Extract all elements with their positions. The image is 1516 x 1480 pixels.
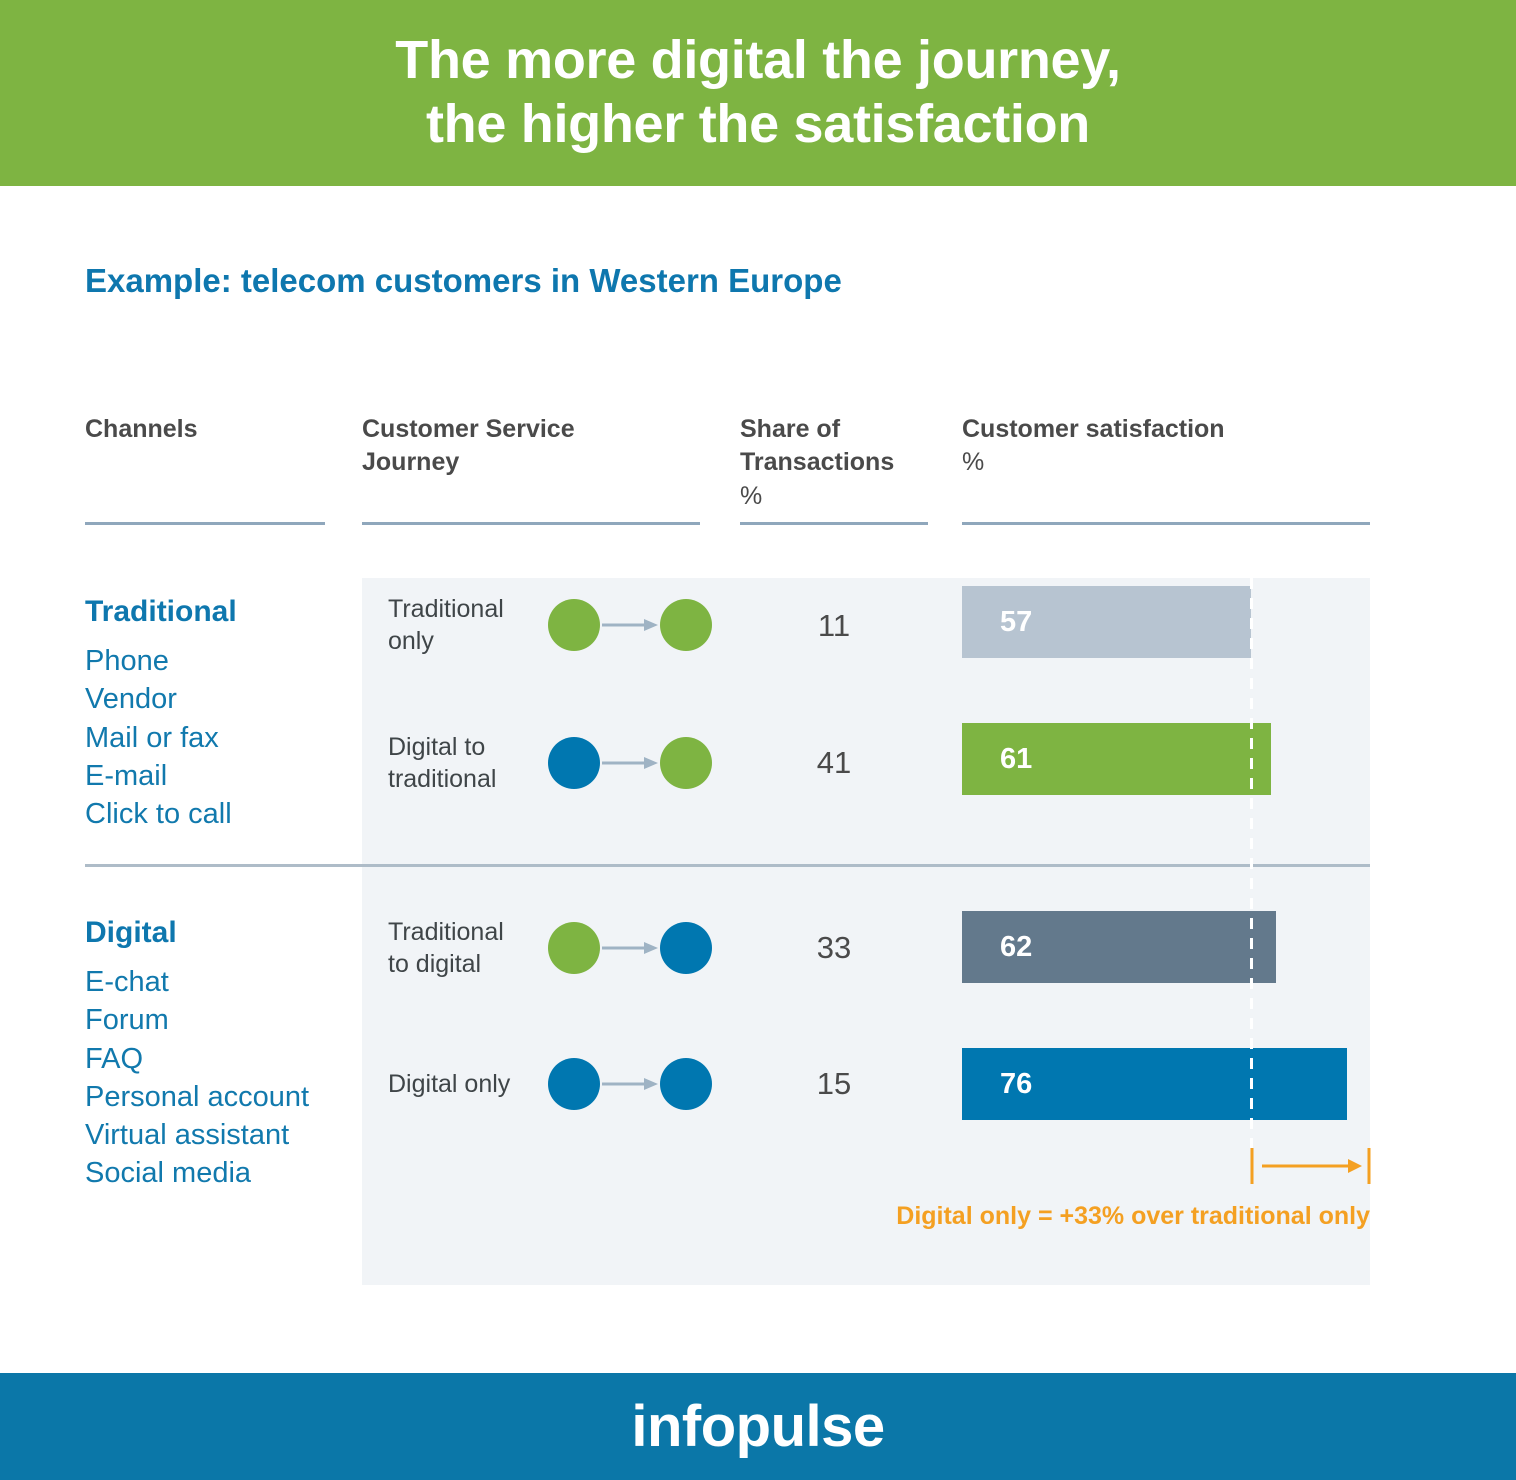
journey-nodes [548, 737, 712, 789]
column-rule-channels [85, 522, 325, 525]
column-header-satisfaction-label: Customer satisfaction [962, 415, 1225, 443]
share-value: 41 [816, 745, 852, 780]
column-header-satisfaction-unit: % [962, 448, 985, 477]
journey-node-to [660, 599, 712, 651]
journey-arrow-icon [600, 1074, 660, 1094]
share-value: 15 [816, 1066, 852, 1101]
journey-node-from [548, 1058, 600, 1110]
share-value: 11 [817, 608, 851, 643]
channel-item: Click to call [85, 798, 232, 831]
journey-arrow-icon [600, 753, 660, 773]
journey-arrow-icon [600, 938, 660, 958]
gap-marker-icon [1250, 1146, 1372, 1186]
column-rule-satisfaction [962, 522, 1370, 525]
satisfaction-bar: 62 [962, 911, 1276, 983]
channel-group-title: Digital [85, 916, 177, 949]
journey-node-to [660, 737, 712, 789]
column-header-journey-label: Customer Service Journey [362, 415, 575, 477]
channel-item: E-chat [85, 966, 169, 998]
satisfaction-bar: 57 [962, 586, 1251, 658]
footer-banner: infopulse [0, 1373, 1516, 1480]
channel-item: FAQ [85, 1042, 144, 1075]
callout-text: Digital only = +33% over traditional onl… [896, 1202, 1370, 1230]
journey-label: Traditional only [388, 595, 504, 655]
journey-label: Digital only [388, 1070, 511, 1098]
channel-item: Personal account [85, 1080, 310, 1113]
journey-node-to [660, 1058, 712, 1110]
page-title: The more digital the journey, the higher… [395, 30, 1121, 154]
channel-group-traditional: Traditional Phone Vendor Mail or fax E-m… [85, 595, 385, 833]
column-rule-share [740, 522, 928, 525]
journey-label: Digital to traditional [388, 733, 497, 793]
journey-label: Traditional to digital [388, 918, 504, 978]
journey-nodes [548, 922, 712, 974]
column-rule-journey [362, 522, 700, 525]
bar-value-label: 57 [1000, 605, 1033, 638]
channel-item: Virtual assistant [85, 1119, 290, 1152]
column-header-share-unit: % [740, 481, 763, 510]
journey-node-from [548, 599, 600, 651]
satisfaction-bar: 61 [962, 723, 1271, 795]
infopulse-logo: infopulse [631, 1394, 885, 1459]
column-header-share-label: Share of Transactions [740, 415, 895, 477]
channel-item: Phone [85, 645, 169, 677]
column-header-share: Share of Transactions % [740, 413, 940, 513]
column-header-channels: Channels [85, 415, 198, 443]
header-banner: The more digital the journey, the higher… [0, 0, 1516, 186]
column-header-journey: Customer Service Journey [362, 413, 692, 480]
channel-group-title: Traditional [85, 595, 237, 628]
subtitle: Example: telecom customers in Western Eu… [85, 262, 842, 299]
journey-row: Digital to traditional [388, 723, 712, 803]
journey-nodes [548, 1058, 712, 1110]
journey-row: Traditional to digital [388, 908, 712, 988]
channel-group-digital: Digital E-chat Forum FAQ Personal accoun… [85, 916, 385, 1193]
journey-row: Digital only [388, 1044, 712, 1124]
channel-item: Mail or fax [85, 721, 219, 754]
channel-item: Vendor [85, 683, 177, 716]
channel-item: Forum [85, 1004, 169, 1037]
section-divider [85, 864, 1370, 867]
bar-value-label: 62 [1000, 930, 1033, 963]
baseline-reference-line [1250, 578, 1253, 1148]
journey-nodes [548, 599, 712, 651]
journey-node-from [548, 922, 600, 974]
journey-row: Traditional only [388, 585, 712, 665]
bar-value-label: 61 [1000, 742, 1033, 775]
journey-node-from [548, 737, 600, 789]
channel-item: Social media [85, 1157, 252, 1190]
channel-item: E-mail [85, 759, 168, 792]
journey-node-to [660, 922, 712, 974]
journey-arrow-icon [600, 615, 660, 635]
satisfaction-bar: 76 [962, 1048, 1347, 1120]
share-value: 33 [816, 930, 852, 965]
column-header-satisfaction: Customer satisfaction % [962, 413, 1382, 480]
bar-value-label: 76 [1000, 1067, 1033, 1100]
